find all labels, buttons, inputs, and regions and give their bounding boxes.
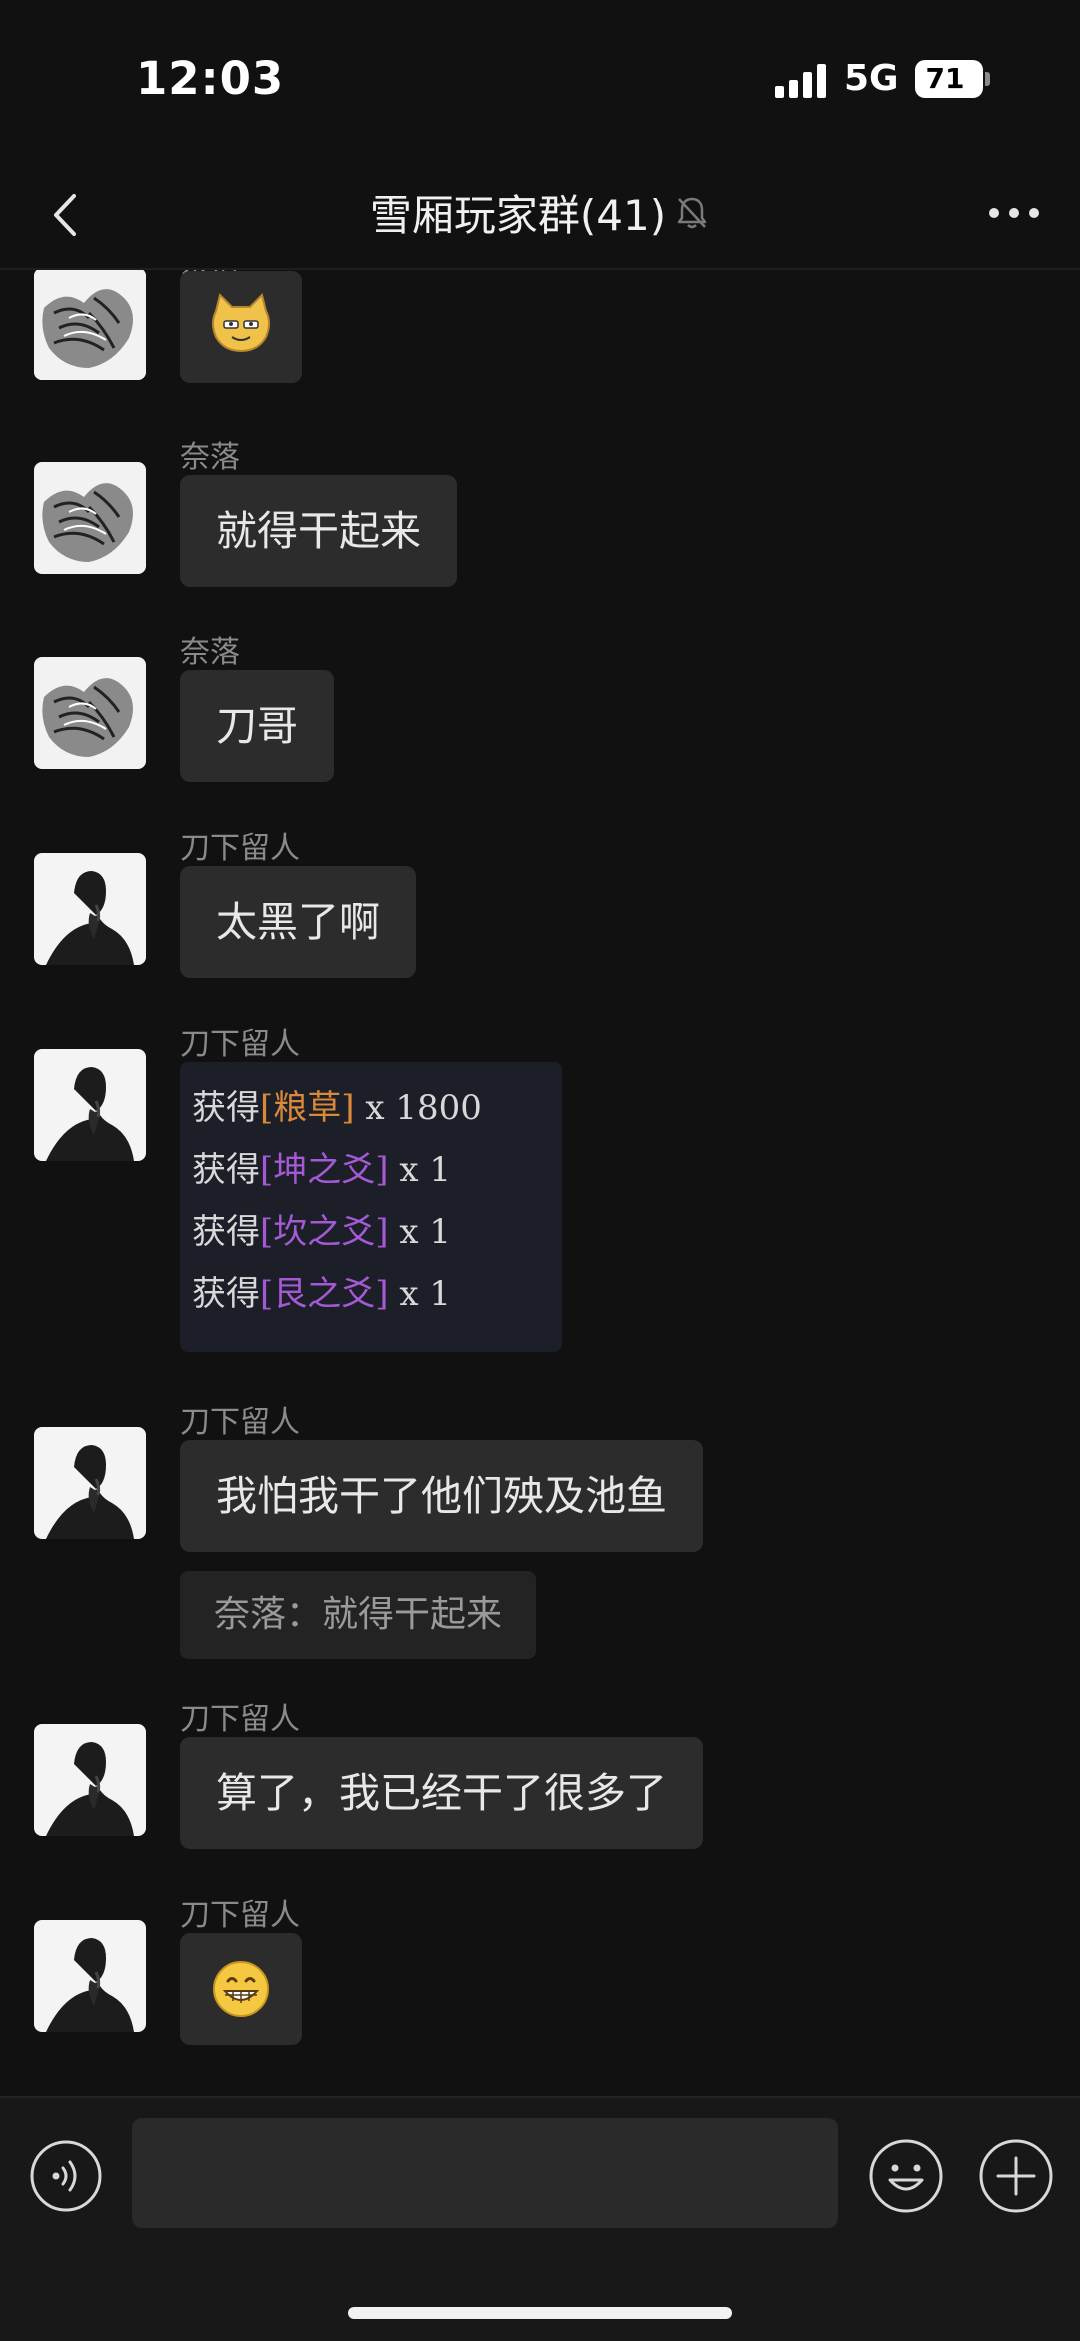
grinning-face-emoji-icon — [213, 1961, 269, 2017]
voice-button[interactable] — [28, 2138, 104, 2214]
loot-screenshot-image[interactable]: 获得[粮草] x 1800 获得[坤之爻] x 1 获得[坎之爻] x 1 获得… — [180, 1062, 562, 1352]
emoji-button[interactable] — [866, 2136, 946, 2216]
cat-emoji-icon — [212, 293, 270, 353]
voice-icon — [30, 2140, 102, 2212]
avatar[interactable] — [34, 462, 146, 574]
chat-title: 雪厢玩家群(41) — [369, 191, 667, 240]
avatar[interactable] — [34, 1427, 146, 1539]
home-indicator — [348, 2307, 732, 2319]
loot-line: 获得[粮草] x 1800 — [192, 1088, 482, 1128]
cellular-signal-icon — [775, 62, 829, 98]
network-type: 5G — [844, 58, 899, 99]
loot-line: 获得[坎之爻] x 1 — [192, 1212, 451, 1252]
sender-name: 奈落 — [180, 440, 240, 475]
chat-screen: 12:03 5G 71 雪厢玩家群(41) 奈落 就得干起来 奈落 刀哥 刀下留… — [0, 0, 1080, 2341]
message-list[interactable]: 奈落 奈 — [0, 270, 1080, 2096]
message-input[interactable] — [132, 2118, 838, 2228]
sender-name: 刀下留人 — [180, 1027, 300, 1062]
message-bubble[interactable] — [180, 1933, 302, 2045]
plus-button[interactable] — [976, 2136, 1056, 2216]
avatar[interactable] — [34, 1724, 146, 1836]
chat-title-wrap: 雪厢玩家群(41) — [0, 182, 1080, 243]
quoted-reply[interactable]: 奈落：就得干起来 — [180, 1571, 537, 1659]
avatar[interactable] — [34, 1920, 146, 2032]
battery-cap — [985, 72, 990, 86]
status-bar: 12:03 5G 71 — [0, 0, 1080, 160]
more-dots-icon — [989, 208, 1039, 218]
avatar[interactable] — [34, 853, 146, 965]
avatar[interactable] — [34, 1049, 146, 1161]
avatar[interactable] — [34, 657, 146, 769]
message-bubble[interactable]: 我怕我干了他们殃及池鱼 — [180, 1440, 703, 1552]
nav-bar: 雪厢玩家群(41) — [0, 160, 1080, 270]
sender-name: 刀下留人 — [180, 1898, 300, 1933]
loot-line: 获得[艮之爻] x 1 — [192, 1274, 451, 1314]
sender-name: 刀下留人 — [180, 831, 300, 866]
message-bubble[interactable]: 刀哥 — [180, 670, 334, 782]
message-bubble[interactable]: 太黑了啊 — [180, 866, 416, 978]
avatar[interactable] — [34, 270, 146, 380]
bell-muted-icon — [677, 197, 707, 228]
more-button[interactable] — [984, 188, 1044, 238]
battery-icon: 71 — [915, 60, 983, 98]
sender-name: 刀下留人 — [180, 1405, 300, 1440]
status-time: 12:03 — [136, 52, 285, 105]
message-bubble[interactable]: 算了，我已经干了很多了 — [180, 1737, 703, 1849]
plus-icon — [979, 2139, 1053, 2213]
message-bubble[interactable]: 就得干起来 — [180, 475, 457, 587]
sender-name: 刀下留人 — [180, 1702, 300, 1737]
input-bar — [0, 2096, 1080, 2341]
emoji-icon — [869, 2139, 943, 2213]
loot-line: 获得[坤之爻] x 1 — [192, 1150, 451, 1190]
battery-level: 71 — [925, 62, 965, 95]
sender-name: 奈落 — [180, 635, 240, 670]
message-bubble[interactable] — [180, 271, 302, 383]
